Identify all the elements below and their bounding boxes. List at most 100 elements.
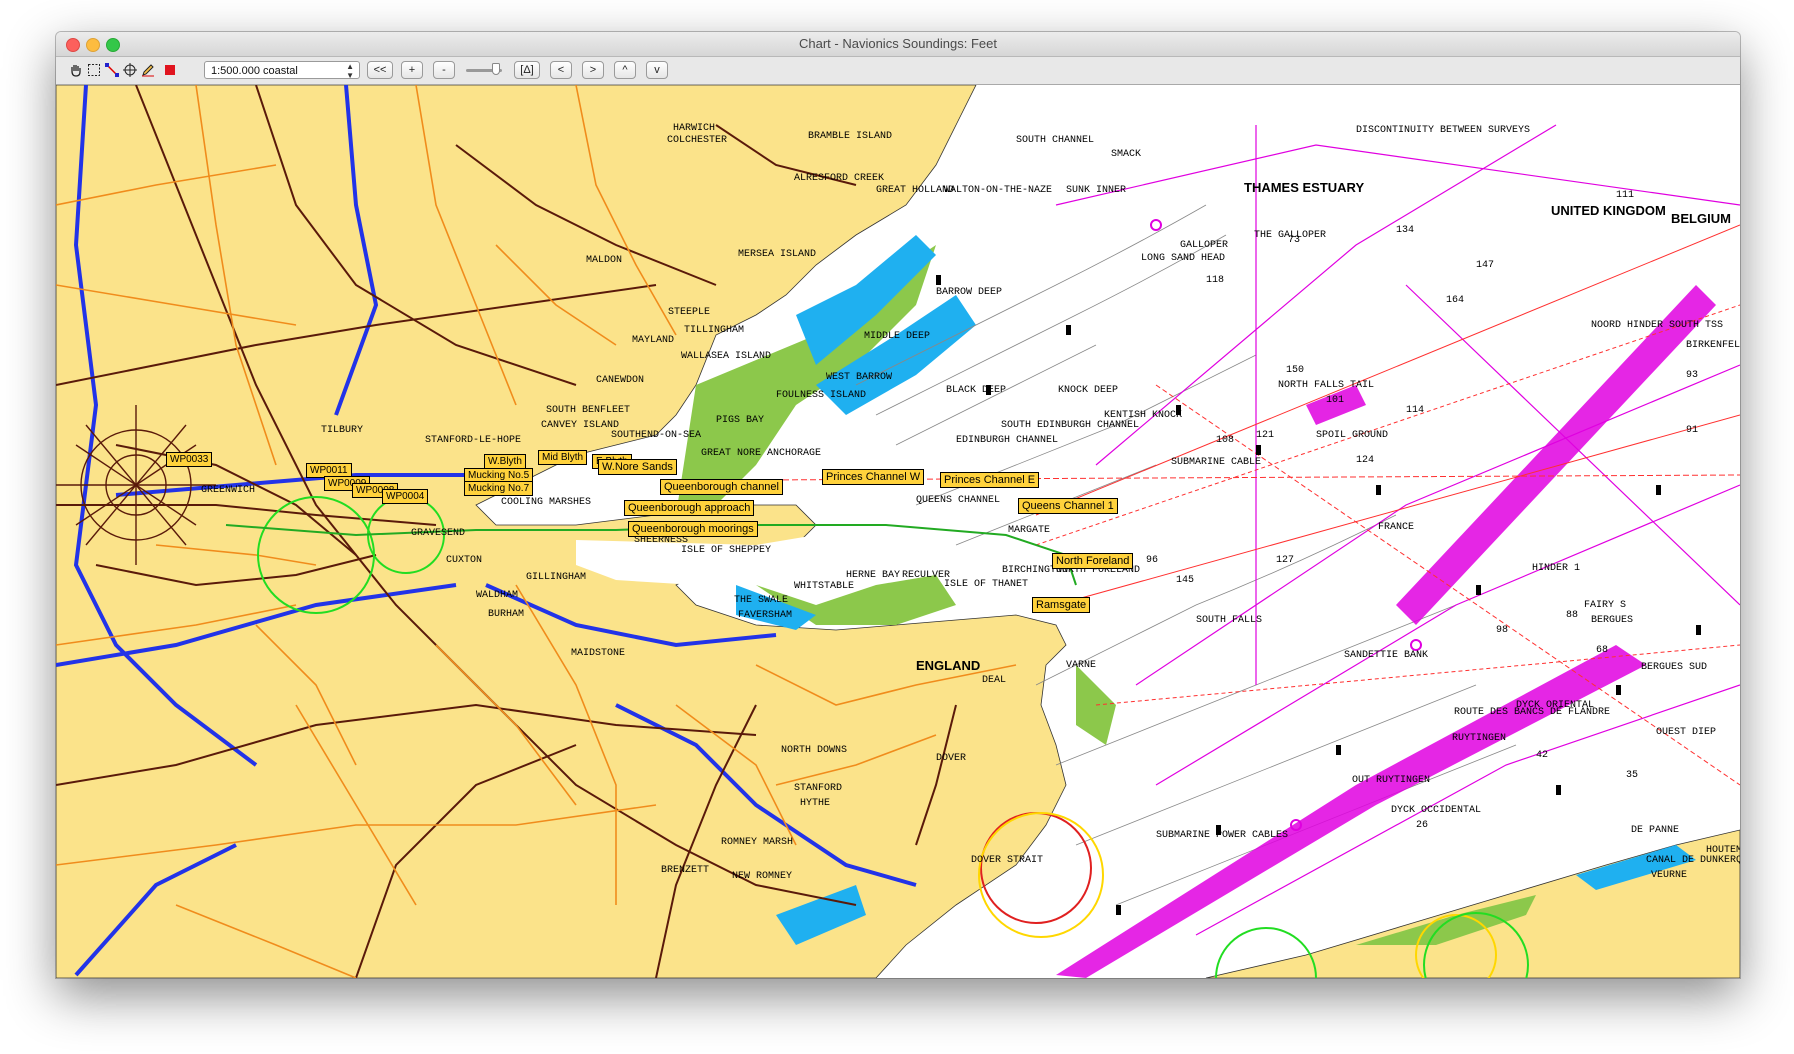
waypoint-label[interactable]: Queenborough approach <box>624 500 755 516</box>
label-long-sand-head: LONG SAND HEAD <box>1141 253 1226 264</box>
label-waldham: WALDHAM <box>476 590 519 601</box>
label-walton: WALTON-ON-THE-NAZE <box>944 185 1053 196</box>
sounding: 118 <box>1206 275 1225 286</box>
scale-select[interactable]: 1:500.000 coastal ▲ ▼ <box>204 61 360 80</box>
label-whitstable: WHITSTABLE <box>794 581 855 592</box>
stop-icon[interactable] <box>162 62 178 78</box>
minimize-window-button[interactable] <box>86 38 100 52</box>
titlebar: Chart - Navionics Soundings: Feet <box>56 32 1740 57</box>
label-north-downs: NORTH DOWNS <box>781 745 848 756</box>
label-new-romney: NEW ROMNEY <box>732 871 793 882</box>
label-great-holland: GREAT HOLLAND <box>876 185 955 196</box>
sounding: 114 <box>1406 405 1425 416</box>
label-maidstone: MAIDSTONE <box>571 648 626 659</box>
label-south-channel: SOUTH CHANNEL <box>1016 135 1095 146</box>
label-fairy-s: FAIRY S <box>1584 600 1627 611</box>
label-out-ruytingen: OUT RUYTINGEN <box>1352 775 1431 786</box>
waypoint-label[interactable]: Mid Blyth <box>538 450 588 465</box>
label-galloper: GALLOPER <box>1180 240 1229 251</box>
delta-button[interactable]: [Δ] <box>514 61 540 79</box>
zoom-in-button[interactable]: + <box>401 61 423 79</box>
sounding: 147 <box>1476 260 1495 271</box>
label-sandettie-bank: SANDETTIE BANK <box>1344 650 1429 661</box>
pan-left-button[interactable]: < <box>550 61 572 79</box>
label-south-benfleet: SOUTH BENFLEET <box>546 405 631 416</box>
label-reculver: RECULVER <box>902 570 951 581</box>
zoom-out-button[interactable]: - <box>433 61 455 79</box>
waypoint-label[interactable]: Mucking No.7 <box>464 481 534 496</box>
sounding: 35 <box>1626 770 1639 781</box>
label-veurne: VEURNE <box>1651 870 1688 881</box>
waypoint-label[interactable]: W.Nore Sands <box>598 459 677 475</box>
sounding: 26 <box>1416 820 1429 831</box>
zoom-window-button[interactable] <box>106 38 120 52</box>
sounding: 42 <box>1536 750 1549 761</box>
sounding: 101 <box>1326 395 1345 406</box>
label-dover: DOVER <box>936 753 967 764</box>
waypoint-label[interactable]: WP0033 <box>166 452 213 467</box>
back-button[interactable]: << <box>367 61 393 79</box>
pan-down-button[interactable]: v <box>646 61 668 79</box>
chart-canvas[interactable]: HARWICH COLCHESTER BRAMBLE ISLAND ALRESF… <box>56 85 1740 978</box>
label-bramble-island: BRAMBLE ISLAND <box>808 131 893 142</box>
sounding: 73 <box>1288 235 1301 246</box>
pan-up-button[interactable]: ^ <box>614 61 636 79</box>
label-smack: SMACK <box>1111 149 1142 160</box>
hand-icon[interactable] <box>68 62 84 78</box>
label-edinburgh-channel: EDINBURGH CHANNEL <box>956 435 1059 446</box>
label-gillingham: GILLINGHAM <box>526 572 587 583</box>
chart-svg <box>56 85 1740 978</box>
label-isle-of-thanet: ISLE OF THANET <box>944 579 1029 590</box>
label-herne-bay: HERNE BAY <box>846 570 901 581</box>
waypoint-label[interactable]: Ramsgate <box>1032 597 1091 613</box>
label-foulness-island: FOULNESS ISLAND <box>776 390 867 401</box>
waypoint-label[interactable]: Princes Channel E <box>940 472 1040 488</box>
label-ouest-diep: OUEST DIEP <box>1656 727 1717 738</box>
label-west-barrow: WEST BARROW <box>826 372 893 383</box>
waypoint-label[interactable]: Queenborough moorings <box>628 521 758 537</box>
waypoint-label[interactable]: North Foreland <box>1052 553 1134 569</box>
waypoint-label[interactable]: Princes Channel W <box>822 469 925 485</box>
label-steeple: STEEPLE <box>668 307 711 318</box>
label-hinder-1: HINDER 1 <box>1532 563 1581 574</box>
pencil-icon[interactable] <box>140 62 156 78</box>
pan-right-button[interactable]: > <box>582 61 604 79</box>
label-submarine-power-cables: SUBMARINE POWER CABLES <box>1156 830 1289 841</box>
label-black-deep: BLACK DEEP <box>946 385 1007 396</box>
label-canal-de-dunkerque: CANAL DE DUNKERQUE <box>1646 855 1740 866</box>
crosshair-icon[interactable] <box>122 62 138 78</box>
sounding: 108 <box>1216 435 1235 446</box>
select-rect-icon[interactable] <box>86 62 102 78</box>
sounding: 98 <box>1496 625 1509 636</box>
label-united-kingdom: UNITED KINGDOM <box>1551 203 1666 218</box>
label-bergues: BERGUES <box>1591 615 1634 626</box>
sounding: 121 <box>1256 430 1275 441</box>
label-wallasea: WALLASEA ISLAND <box>681 351 772 362</box>
label-dyck-occidental: DYCK OCCIDENTAL <box>1391 805 1482 816</box>
label-sunk-inner: SUNK INNER <box>1066 185 1127 196</box>
zoom-slider-thumb[interactable] <box>492 63 500 75</box>
route-icon[interactable] <box>104 62 120 78</box>
sounding: 124 <box>1356 455 1375 466</box>
label-submarine-cable: SUBMARINE CABLE <box>1171 457 1262 468</box>
label-faversham: FAVERSHAM <box>738 610 793 621</box>
label-tilbury: TILBURY <box>321 425 364 436</box>
label-varne: VARNE <box>1066 660 1097 671</box>
sounding: 93 <box>1686 370 1699 381</box>
label-birkenfels: BIRKENFELS <box>1686 340 1740 351</box>
label-the-swale: THE SWALE <box>734 595 789 606</box>
label-discontinuity: DISCONTINUITY BETWEEN SURVEYS <box>1356 125 1531 136</box>
label-gravesend: GRAVESEND <box>411 528 466 539</box>
label-kentish-knock: KENTISH KNOCK <box>1104 410 1183 421</box>
label-route-des-bancs: ROUTE DES BANCS DE FLANDRE <box>1454 707 1611 718</box>
waypoint-label[interactable]: Queens Channel 1 <box>1018 498 1118 514</box>
label-south-falls: SOUTH FALLS <box>1196 615 1263 626</box>
label-harwich: HARWICH <box>673 123 716 134</box>
waypoint-label[interactable]: W.Blyth <box>484 454 526 469</box>
sounding: 145 <box>1176 575 1195 586</box>
close-window-button[interactable] <box>66 38 80 52</box>
waypoint-label[interactable]: WP0004 <box>382 489 429 504</box>
label-cuxton: CUXTON <box>446 555 483 566</box>
label-england: ENGLAND <box>916 658 981 673</box>
waypoint-label[interactable]: Queenborough channel <box>660 479 783 495</box>
